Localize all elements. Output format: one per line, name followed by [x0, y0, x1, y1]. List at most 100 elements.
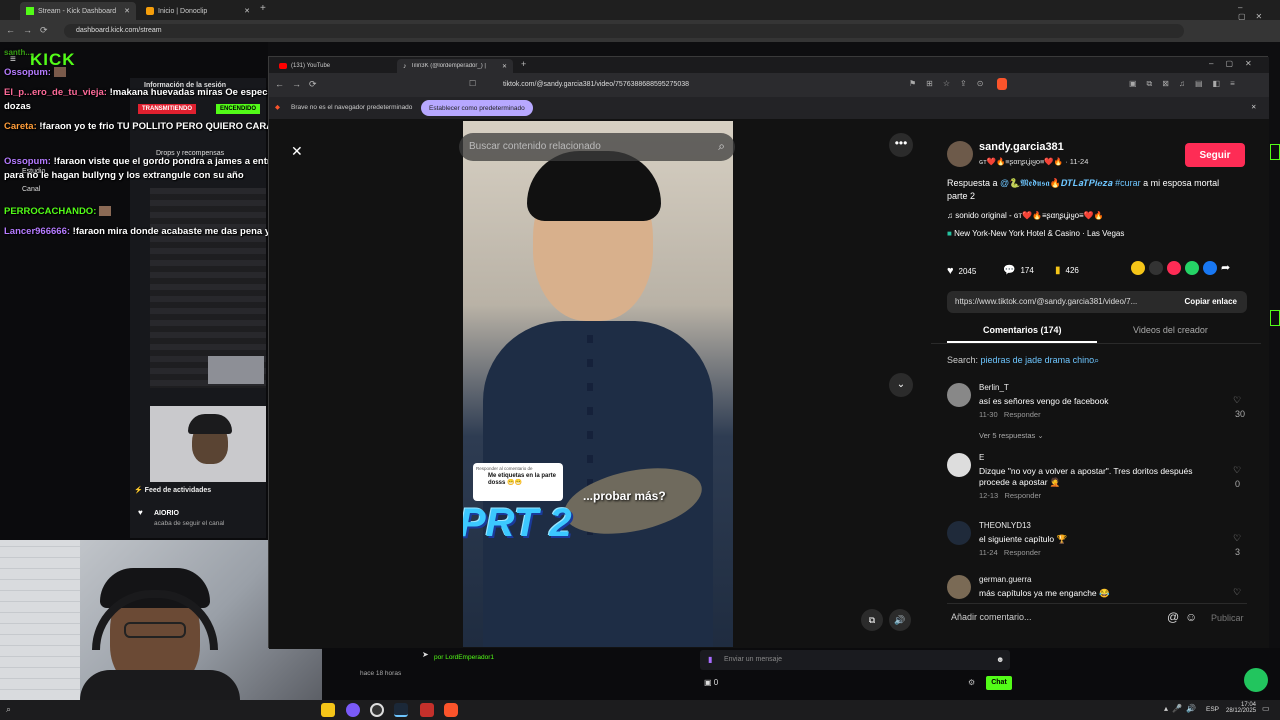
comment-icon: 💬 — [1003, 265, 1016, 276]
hashtag-link[interactable]: #curar — [1115, 178, 1141, 188]
volume-icon[interactable]: 🔊 — [889, 609, 911, 631]
related-search-input[interactable]: Buscar contenido relacionado ⌕ — [459, 133, 735, 161]
brave-icon[interactable] — [444, 703, 458, 717]
gear-icon[interactable]: ⚙ — [968, 678, 975, 687]
facebook-icon — [1203, 261, 1217, 275]
comment-author[interactable]: Berlin_T — [979, 383, 1009, 392]
search-suggestion[interactable]: Search: piedras de jade drama chino⌕ — [947, 355, 1099, 366]
app-icon[interactable] — [346, 703, 360, 717]
support-chat-icon[interactable] — [1244, 668, 1268, 692]
search-icon[interactable]: ⌕ — [718, 139, 725, 154]
comment-text: el siguiente capítulo 🏆 — [979, 534, 1068, 544]
chevron-down-icon[interactable]: ⌄ — [889, 373, 913, 397]
emoji-icon[interactable]: ☺ — [1185, 610, 1197, 624]
avatar[interactable] — [947, 383, 971, 407]
close-icon[interactable]: ✕ — [502, 63, 507, 70]
bookmark-icon: ▮ — [1055, 265, 1061, 276]
points-icon[interactable]: ▣ 0 — [704, 678, 718, 687]
close-icon[interactable]: ✕ — [244, 7, 250, 15]
pip-icon[interactable]: ⧉ — [861, 609, 883, 631]
tab-label: Tilin3K (@lordemperador_) | — [410, 63, 486, 69]
extension-icons[interactable]: ▣⧉⊠♫▤◧≡ — [1129, 79, 1245, 89]
follow-button[interactable]: Seguir — [1185, 143, 1245, 167]
close-icon[interactable]: ✕ — [1251, 103, 1256, 111]
tray-icons[interactable]: ▴🎤🔊 — [1164, 704, 1200, 713]
sound-info[interactable]: ♫ sonido original - ɢᴛ❤️🔥≡ʂαɳʂιʝιყo≡❤️🔥 — [947, 211, 1104, 220]
tab-comments[interactable]: Comentarios (174) — [983, 325, 1062, 335]
new-tab-button[interactable]: + — [521, 59, 526, 69]
comment-author[interactable]: E — [979, 453, 984, 462]
reply-sticker-text: Me etiquetas en la parte dosss 😁😁 — [488, 473, 557, 486]
nav-arrows-icon[interactable]: ←→⟳ — [275, 79, 325, 90]
more-options-icon[interactable]: ••• — [889, 133, 913, 157]
heart-icon[interactable]: ♡ — [1233, 587, 1241, 598]
nav-arrows-icon[interactable]: ←→⟳ — [6, 25, 56, 36]
outer-url-field[interactable]: dashboard.kick.com/stream — [64, 24, 1184, 38]
language-indicator[interactable]: ESP — [1206, 706, 1219, 713]
author-meta: ɢᴛ❤️🔥≡ʂαɳʂιʝιყo≡❤️🔥 · 11-24 — [979, 157, 1089, 166]
mention-link[interactable]: @🐍𝕸𝖊𝖉𝖚𝖘𝖆🔥𝑫𝑻𝑳𝒂𝑻𝑷𝒊𝒆𝒛𝒂 — [1000, 178, 1113, 188]
obs-icon[interactable] — [370, 703, 384, 717]
copy-link-button[interactable]: Copiar enlace — [1185, 297, 1237, 306]
app-icon[interactable] — [420, 703, 434, 717]
save-stat[interactable]: ▮ 426 — [1055, 265, 1079, 276]
clock[interactable]: 17:04 28/12/2025 — [1226, 702, 1256, 714]
bookmark-icon[interactable]: ☐ — [469, 79, 476, 88]
tiktok-page: ✕ Responder al comentario de Me etiqueta… — [269, 119, 1269, 649]
window-controls[interactable]: –▢✕ — [1209, 59, 1264, 68]
video-player[interactable]: Responder al comentario de Me etiquetas … — [463, 121, 733, 647]
view-replies-button[interactable]: Ver 5 respuestas ⌄ — [979, 431, 1044, 440]
comment-text: más capítulos ya me enganche 😂 — [979, 588, 1110, 598]
taskbar-search-icon[interactable]: ⌕ — [6, 704, 11, 715]
heart-icon[interactable]: ♡ — [1233, 395, 1241, 406]
emoji-icon[interactable]: ☻ — [996, 655, 1004, 664]
side-widget — [1270, 310, 1280, 326]
set-default-button[interactable]: Establecer como predeterminado — [421, 100, 533, 116]
window-controls[interactable]: –▢✕ — [1238, 3, 1280, 21]
notification-icon[interactable]: ▭ — [1262, 704, 1270, 713]
avatar[interactable] — [947, 575, 971, 599]
avatar[interactable] — [947, 141, 973, 167]
feed-user[interactable]: AIORIO — [154, 510, 179, 517]
comment-author[interactable]: german.guerra — [979, 575, 1031, 584]
avatar[interactable] — [947, 521, 971, 545]
inner-url-field[interactable]: tiktok.com/@sandy.garcia381/video/757638… — [495, 77, 955, 93]
heart-icon: ♥ — [138, 508, 143, 517]
tab-kick-dashboard[interactable]: Stream - Kick Dashboard ✕ — [20, 2, 136, 20]
share-icons[interactable]: ➦ — [1131, 261, 1235, 275]
sidebar-item-channel[interactable]: Canal — [22, 186, 40, 193]
toolbar-icons[interactable]: ⚑⊞☆⇪⊙ — [909, 79, 993, 88]
comment-author[interactable]: THEONLYD13 — [979, 521, 1031, 530]
mention-icon[interactable]: @ — [1167, 610, 1179, 624]
share-link-field[interactable]: https://www.tiktok.com/@sandy.garcia381/… — [947, 291, 1247, 313]
reply-button[interactable]: Responder — [1004, 548, 1041, 557]
comment-stat[interactable]: 💬 174 — [1003, 265, 1034, 276]
reply-sticker[interactable]: Responder al comentario de Me etiquetas … — [473, 463, 563, 501]
heart-icon[interactable]: ♡ — [1233, 533, 1241, 544]
brave-shield-icon[interactable] — [997, 78, 1007, 90]
comment-item: THEONLYD13 el siguiente capítulo 🏆 11-24… — [947, 521, 1247, 565]
tab-creator-videos[interactable]: Videos del creador — [1133, 325, 1208, 335]
avatar[interactable] — [947, 453, 971, 477]
steam-icon[interactable] — [394, 703, 408, 717]
tab-donoclip[interactable]: Inicio | Donoclip ✕ — [140, 2, 256, 20]
like-stat[interactable]: ♥ 2045 — [947, 265, 976, 277]
new-tab-button[interactable]: + — [260, 3, 266, 14]
location-info[interactable]: ■ New York-New York Hotel & Casino · Las… — [947, 229, 1124, 238]
reply-button[interactable]: Responder — [1004, 410, 1041, 419]
close-video-icon[interactable]: ✕ — [291, 143, 303, 160]
close-icon[interactable]: ✕ — [124, 7, 130, 15]
chat-message-input[interactable]: ▮ Enviar un mensaje ☻ — [700, 650, 1010, 670]
brave-icon: ◆ — [275, 104, 280, 111]
heart-icon[interactable]: ♡ — [1233, 465, 1241, 476]
tab-tiktok[interactable]: ♪ Tilin3K (@lordemperador_) | ✕ — [397, 59, 513, 73]
file-explorer-icon[interactable] — [321, 703, 335, 717]
comment-input[interactable]: Añadir comentario... @ ☺ Publicar — [947, 603, 1247, 631]
chat-send-button[interactable]: Chat — [986, 676, 1012, 690]
publish-button[interactable]: Publicar — [1211, 613, 1244, 623]
preview-webcam — [208, 356, 264, 384]
author-name[interactable]: sandy.garcia381 — [979, 141, 1064, 153]
tab-youtube[interactable]: (131) YouTube — [273, 59, 393, 73]
share-arrow-icon: ➦ — [1221, 262, 1231, 274]
reply-button[interactable]: Responder — [1004, 491, 1041, 500]
